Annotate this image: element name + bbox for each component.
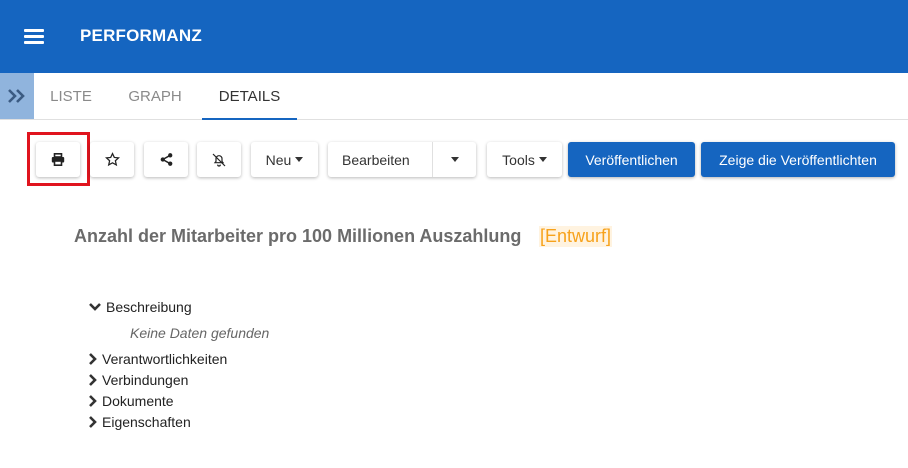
notifications-button[interactable] xyxy=(197,142,241,177)
chevron-right-icon xyxy=(89,416,97,428)
show-published-button[interactable]: Zeige die Veröffentlichten xyxy=(701,142,895,177)
publish-button[interactable]: Veröffentlichen xyxy=(568,142,695,177)
show-published-button-label: Zeige die Veröffentlichten xyxy=(719,151,877,168)
status-badge: [Entwurf] xyxy=(539,226,613,247)
share-icon xyxy=(160,153,172,166)
chevron-right-icon xyxy=(89,353,97,365)
publish-button-label: Veröffentlichen xyxy=(585,151,678,168)
section-dokumente[interactable]: Dokumente xyxy=(88,393,174,409)
edit-dropdown-toggle[interactable] xyxy=(433,142,476,177)
section-label: Beschreibung xyxy=(106,299,192,315)
caret-down-icon xyxy=(538,157,547,162)
tools-dropdown-button[interactable]: Tools xyxy=(487,142,562,177)
new-button-label: Neu xyxy=(265,151,292,168)
tab-graph[interactable]: GRAPH xyxy=(116,73,194,120)
tab-bar: LISTE GRAPH DETAILS xyxy=(0,73,908,120)
chevron-right-icon xyxy=(89,395,97,407)
double-chevron-right-icon xyxy=(8,89,25,103)
section-label: Dokumente xyxy=(102,393,174,409)
expand-sidebar-button[interactable] xyxy=(0,73,34,119)
section-label: Verantwortlichkeiten xyxy=(102,351,228,367)
print-icon xyxy=(51,153,65,166)
chevron-down-icon xyxy=(89,303,101,311)
chevron-right-icon xyxy=(89,374,97,386)
app-header: PERFORMANZ xyxy=(0,0,908,73)
tab-details[interactable]: DETAILS xyxy=(202,73,297,120)
star-icon xyxy=(104,152,120,167)
empty-state-text: Keine Daten gefunden xyxy=(130,325,270,341)
app-title: PERFORMANZ xyxy=(80,26,202,45)
share-button[interactable] xyxy=(144,142,188,177)
tab-liste[interactable]: LISTE xyxy=(36,73,106,120)
caret-down-icon xyxy=(295,157,304,162)
caret-down-icon xyxy=(450,157,459,162)
section-label: Eigenschaften xyxy=(102,414,191,430)
section-eigenschaften[interactable]: Eigenschaften xyxy=(88,414,191,430)
tools-button-label: Tools xyxy=(502,151,535,168)
section-verbindungen[interactable]: Verbindungen xyxy=(88,372,188,388)
favorite-button[interactable] xyxy=(90,142,134,177)
section-label: Verbindungen xyxy=(102,372,189,388)
print-button[interactable] xyxy=(36,142,80,177)
page-title: Anzahl der Mitarbeiter pro 100 Millionen… xyxy=(74,226,522,246)
new-dropdown-button[interactable]: Neu xyxy=(251,142,318,177)
section-verantwortlichkeiten[interactable]: Verantwortlichkeiten xyxy=(88,351,227,367)
edit-button-label[interactable]: Bearbeiten xyxy=(342,152,410,168)
section-beschreibung[interactable]: Beschreibung xyxy=(88,299,192,315)
menu-icon[interactable] xyxy=(24,29,44,44)
bell-off-icon xyxy=(212,153,226,167)
